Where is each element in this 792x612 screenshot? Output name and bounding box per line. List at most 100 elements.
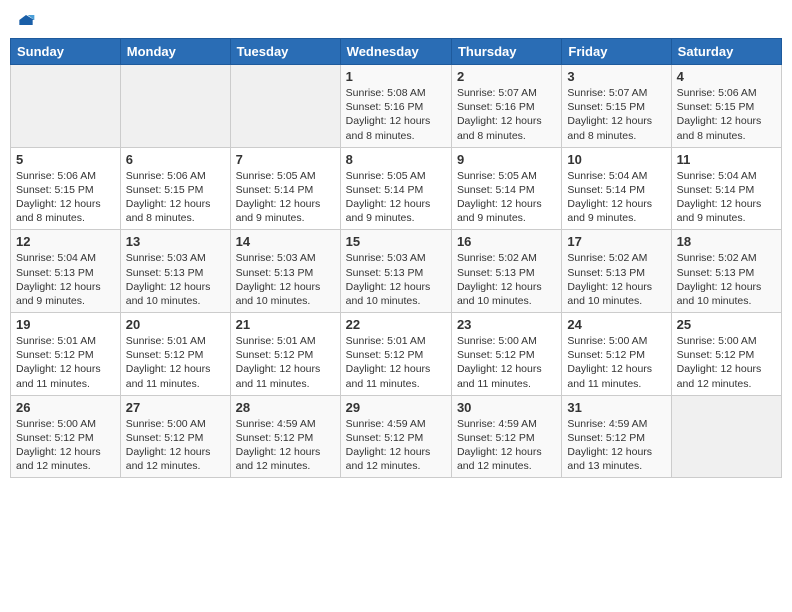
- day-number: 10: [567, 152, 665, 167]
- day-number: 14: [236, 234, 335, 249]
- calendar-cell: 9 Sunrise: 5:05 AM Sunset: 5:14 PM Daylig…: [451, 147, 561, 230]
- day-info: Sunrise: 5:01 AM Sunset: 5:12 PM Dayligh…: [236, 334, 335, 391]
- calendar-cell: 1 Sunrise: 5:08 AM Sunset: 5:16 PM Daylig…: [340, 65, 451, 148]
- calendar-cell: 19Sunrise: 5:01 AM Sunset: 5:12 PM Dayli…: [11, 313, 121, 396]
- day-number: 5: [16, 152, 115, 167]
- day-info: Sunrise: 5:06 AM Sunset: 5:15 PM Dayligh…: [16, 169, 115, 226]
- calendar-week-1: 1 Sunrise: 5:08 AM Sunset: 5:16 PM Daylig…: [11, 65, 782, 148]
- calendar-cell: 31 Sunrise: 4:59 AM Sunset: 5:12 PM Dayli…: [562, 395, 671, 478]
- day-number: 21: [236, 317, 335, 332]
- day-info: Sunrise: 5:04 AM Sunset: 5:14 PM Dayligh…: [677, 169, 776, 226]
- day-info: Sunrise: 5:07 AM Sunset: 5:16 PM Dayligh…: [457, 86, 556, 143]
- weekday-header-tuesday: Tuesday: [230, 39, 340, 65]
- calendar-week-4: 19Sunrise: 5:01 AM Sunset: 5:12 PM Dayli…: [11, 313, 782, 396]
- day-number: 6: [126, 152, 225, 167]
- calendar-cell: 7 Sunrise: 5:05 AM Sunset: 5:14 PM Daylig…: [230, 147, 340, 230]
- day-info: Sunrise: 5:06 AM Sunset: 5:15 PM Dayligh…: [126, 169, 225, 226]
- day-number: 23: [457, 317, 556, 332]
- calendar-cell: 25 Sunrise: 5:00 AM Sunset: 5:12 PM Dayli…: [671, 313, 781, 396]
- day-info: Sunrise: 5:03 AM Sunset: 5:13 PM Dayligh…: [126, 251, 225, 308]
- calendar-cell: 14 Sunrise: 5:03 AM Sunset: 5:13 PM Dayli…: [230, 230, 340, 313]
- day-info: Sunrise: 5:03 AM Sunset: 5:13 PM Dayligh…: [346, 251, 446, 308]
- calendar-cell: 22 Sunrise: 5:01 AM Sunset: 5:12 PM Dayli…: [340, 313, 451, 396]
- day-info: Sunrise: 4:59 AM Sunset: 5:12 PM Dayligh…: [567, 417, 665, 474]
- calendar-cell: 24 Sunrise: 5:00 AM Sunset: 5:12 PM Dayli…: [562, 313, 671, 396]
- day-number: 31: [567, 400, 665, 415]
- day-number: 1: [346, 69, 446, 84]
- day-info: Sunrise: 5:05 AM Sunset: 5:14 PM Dayligh…: [236, 169, 335, 226]
- day-info: Sunrise: 5:03 AM Sunset: 5:13 PM Dayligh…: [236, 251, 335, 308]
- calendar-cell: 17 Sunrise: 5:02 AM Sunset: 5:13 PM Dayli…: [562, 230, 671, 313]
- page-header: [10, 10, 782, 30]
- logo: [14, 10, 36, 30]
- day-info: Sunrise: 5:04 AM Sunset: 5:14 PM Dayligh…: [567, 169, 665, 226]
- calendar-cell: 6 Sunrise: 5:06 AM Sunset: 5:15 PM Daylig…: [120, 147, 230, 230]
- calendar-cell: 20 Sunrise: 5:01 AM Sunset: 5:12 PM Dayli…: [120, 313, 230, 396]
- day-info: Sunrise: 5:05 AM Sunset: 5:14 PM Dayligh…: [457, 169, 556, 226]
- day-info: Sunrise: 5:00 AM Sunset: 5:12 PM Dayligh…: [16, 417, 115, 474]
- day-number: 8: [346, 152, 446, 167]
- calendar-cell: 28Sunrise: 4:59 AM Sunset: 5:12 PM Dayli…: [230, 395, 340, 478]
- calendar-week-2: 5 Sunrise: 5:06 AM Sunset: 5:15 PM Daylig…: [11, 147, 782, 230]
- day-info: Sunrise: 5:02 AM Sunset: 5:13 PM Dayligh…: [567, 251, 665, 308]
- calendar-table: SundayMondayTuesdayWednesdayThursdayFrid…: [10, 38, 782, 478]
- day-number: 13: [126, 234, 225, 249]
- calendar-cell: 11 Sunrise: 5:04 AM Sunset: 5:14 PM Dayli…: [671, 147, 781, 230]
- calendar-cell: 8 Sunrise: 5:05 AM Sunset: 5:14 PM Daylig…: [340, 147, 451, 230]
- day-number: 17: [567, 234, 665, 249]
- day-number: 18: [677, 234, 776, 249]
- day-info: Sunrise: 4:59 AM Sunset: 5:12 PM Dayligh…: [457, 417, 556, 474]
- day-number: 11: [677, 152, 776, 167]
- day-info: Sunrise: 5:00 AM Sunset: 5:12 PM Dayligh…: [567, 334, 665, 391]
- weekday-header-thursday: Thursday: [451, 39, 561, 65]
- day-number: 4: [677, 69, 776, 84]
- calendar-cell: 13 Sunrise: 5:03 AM Sunset: 5:13 PM Dayli…: [120, 230, 230, 313]
- calendar-cell: 18Sunrise: 5:02 AM Sunset: 5:13 PM Dayli…: [671, 230, 781, 313]
- day-info: Sunrise: 5:07 AM Sunset: 5:15 PM Dayligh…: [567, 86, 665, 143]
- weekday-header-monday: Monday: [120, 39, 230, 65]
- day-number: 30: [457, 400, 556, 415]
- day-number: 15: [346, 234, 446, 249]
- calendar-cell: 3 Sunrise: 5:07 AM Sunset: 5:15 PM Daylig…: [562, 65, 671, 148]
- day-info: Sunrise: 5:00 AM Sunset: 5:12 PM Dayligh…: [677, 334, 776, 391]
- calendar-cell: 4 Sunrise: 5:06 AM Sunset: 5:15 PM Daylig…: [671, 65, 781, 148]
- day-info: Sunrise: 4:59 AM Sunset: 5:12 PM Dayligh…: [346, 417, 446, 474]
- day-number: 28: [236, 400, 335, 415]
- calendar-cell: 21 Sunrise: 5:01 AM Sunset: 5:12 PM Dayli…: [230, 313, 340, 396]
- weekday-header-saturday: Saturday: [671, 39, 781, 65]
- calendar-cell: 15 Sunrise: 5:03 AM Sunset: 5:13 PM Dayli…: [340, 230, 451, 313]
- day-number: 2: [457, 69, 556, 84]
- calendar-week-3: 12 Sunrise: 5:04 AM Sunset: 5:13 PM Dayli…: [11, 230, 782, 313]
- day-number: 16: [457, 234, 556, 249]
- weekday-header-friday: Friday: [562, 39, 671, 65]
- calendar-cell: 10 Sunrise: 5:04 AM Sunset: 5:14 PM Dayli…: [562, 147, 671, 230]
- calendar-cell: 23 Sunrise: 5:00 AM Sunset: 5:12 PM Dayli…: [451, 313, 561, 396]
- day-number: 29: [346, 400, 446, 415]
- calendar-cell: [671, 395, 781, 478]
- day-number: 27: [126, 400, 225, 415]
- day-info: Sunrise: 5:08 AM Sunset: 5:16 PM Dayligh…: [346, 86, 446, 143]
- day-info: Sunrise: 5:04 AM Sunset: 5:13 PM Dayligh…: [16, 251, 115, 308]
- calendar-cell: 2 Sunrise: 5:07 AM Sunset: 5:16 PM Daylig…: [451, 65, 561, 148]
- day-number: 20: [126, 317, 225, 332]
- calendar-cell: 16 Sunrise: 5:02 AM Sunset: 5:13 PM Dayli…: [451, 230, 561, 313]
- day-info: Sunrise: 5:01 AM Sunset: 5:12 PM Dayligh…: [346, 334, 446, 391]
- calendar-cell: 5 Sunrise: 5:06 AM Sunset: 5:15 PM Daylig…: [11, 147, 121, 230]
- calendar-cell: 29 Sunrise: 4:59 AM Sunset: 5:12 PM Dayli…: [340, 395, 451, 478]
- day-number: 22: [346, 317, 446, 332]
- day-number: 9: [457, 152, 556, 167]
- day-info: Sunrise: 5:01 AM Sunset: 5:12 PM Dayligh…: [126, 334, 225, 391]
- day-info: Sunrise: 5:00 AM Sunset: 5:12 PM Dayligh…: [126, 417, 225, 474]
- weekday-header-wednesday: Wednesday: [340, 39, 451, 65]
- day-number: 24: [567, 317, 665, 332]
- day-number: 12: [16, 234, 115, 249]
- day-info: Sunrise: 5:05 AM Sunset: 5:14 PM Dayligh…: [346, 169, 446, 226]
- day-number: 25: [677, 317, 776, 332]
- day-number: 3: [567, 69, 665, 84]
- day-info: Sunrise: 5:00 AM Sunset: 5:12 PM Dayligh…: [457, 334, 556, 391]
- day-number: 7: [236, 152, 335, 167]
- day-info: Sunrise: 5:06 AM Sunset: 5:15 PM Dayligh…: [677, 86, 776, 143]
- calendar-body: 1 Sunrise: 5:08 AM Sunset: 5:16 PM Daylig…: [11, 65, 782, 478]
- calendar-week-5: 26Sunrise: 5:00 AM Sunset: 5:12 PM Dayli…: [11, 395, 782, 478]
- day-info: Sunrise: 5:02 AM Sunset: 5:13 PM Dayligh…: [457, 251, 556, 308]
